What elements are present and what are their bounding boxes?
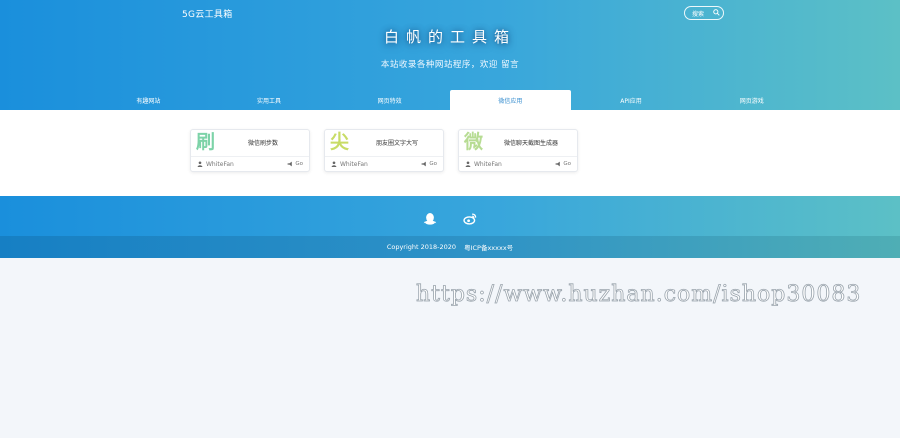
card-footer: WhiteFan Go bbox=[325, 156, 443, 171]
card-glyph: 尖 bbox=[330, 131, 350, 153]
header-banner: 5G云工具箱 搜索 白帆的工具箱 本站收录各种网站程序，欢迎 留言 有趣网站 实… bbox=[0, 0, 900, 110]
site-logo[interactable]: 5G云工具箱 bbox=[182, 7, 233, 20]
go-link[interactable]: Go bbox=[421, 161, 437, 167]
site-title: 白帆的工具箱 bbox=[383, 28, 516, 46]
go-label: Go bbox=[429, 161, 437, 167]
card-footer: WhiteFan Go bbox=[459, 156, 577, 171]
user-icon bbox=[331, 161, 337, 167]
card-list: 刷 微信刷步数 WhiteFan Go 尖 朋友圈文字大写 WhiteFan G… bbox=[0, 110, 900, 196]
megaphone-icon bbox=[555, 161, 561, 167]
card-title[interactable]: 朋友圈文字大写 bbox=[357, 138, 437, 147]
author-name: WhiteFan bbox=[474, 160, 502, 168]
tool-card[interactable]: 尖 朋友圈文字大写 WhiteFan Go bbox=[324, 129, 444, 172]
card-glyph: 刷 bbox=[196, 131, 216, 153]
card-title[interactable]: 微信聊天截图生成器 bbox=[491, 138, 571, 147]
card-footer: WhiteFan Go bbox=[191, 156, 309, 171]
weibo-icon[interactable] bbox=[463, 212, 477, 226]
go-link[interactable]: Go bbox=[287, 161, 303, 167]
icp-link[interactable]: 粤ICP备xxxxx号 bbox=[464, 242, 513, 252]
card-author: WhiteFan bbox=[197, 161, 234, 168]
tool-card[interactable]: 刷 微信刷步数 WhiteFan Go bbox=[190, 129, 310, 172]
go-label: Go bbox=[563, 161, 571, 167]
tab-fun-sites[interactable]: 有趣网站 bbox=[88, 90, 209, 110]
card-glyph: 微 bbox=[464, 131, 484, 153]
author-name: WhiteFan bbox=[206, 160, 234, 168]
copyright-text: Copyright 2018-2020 bbox=[386, 243, 457, 251]
site-subtitle: 本站收录各种网站程序，欢迎 留言 bbox=[380, 60, 520, 70]
tab-web-effects[interactable]: 网页特效 bbox=[329, 90, 450, 110]
category-tabs: 有趣网站 实用工具 网页特效 微信应用 API应用 网页游戏 bbox=[88, 90, 812, 110]
search-box[interactable]: 搜索 bbox=[684, 6, 724, 20]
user-icon bbox=[465, 161, 471, 167]
search-icon[interactable] bbox=[713, 9, 720, 16]
megaphone-icon bbox=[287, 161, 293, 167]
tool-card[interactable]: 微 微信聊天截图生成器 WhiteFan Go bbox=[458, 129, 578, 172]
go-link[interactable]: Go bbox=[555, 161, 571, 167]
tab-api-apps[interactable]: API应用 bbox=[571, 90, 692, 110]
card-author: WhiteFan bbox=[331, 161, 368, 168]
tab-utilities[interactable]: 实用工具 bbox=[209, 90, 330, 110]
author-name: WhiteFan bbox=[340, 160, 368, 168]
go-label: Go bbox=[295, 161, 303, 167]
tab-wechat-apps[interactable]: 微信应用 bbox=[450, 90, 571, 110]
footer-copyright-bar: Copyright 2018-2020 粤ICP备xxxxx号 bbox=[0, 236, 900, 258]
card-title[interactable]: 微信刷步数 bbox=[223, 138, 303, 147]
search-label: 搜索 bbox=[692, 10, 705, 18]
qq-icon[interactable] bbox=[423, 212, 437, 226]
footer-social-icons bbox=[0, 212, 900, 226]
watermark-text: https://www.huzhan.com/ishop30083 bbox=[416, 282, 862, 308]
tab-web-games[interactable]: 网页游戏 bbox=[691, 90, 812, 110]
card-author: WhiteFan bbox=[465, 161, 502, 168]
user-icon bbox=[197, 161, 203, 167]
megaphone-icon bbox=[421, 161, 427, 167]
